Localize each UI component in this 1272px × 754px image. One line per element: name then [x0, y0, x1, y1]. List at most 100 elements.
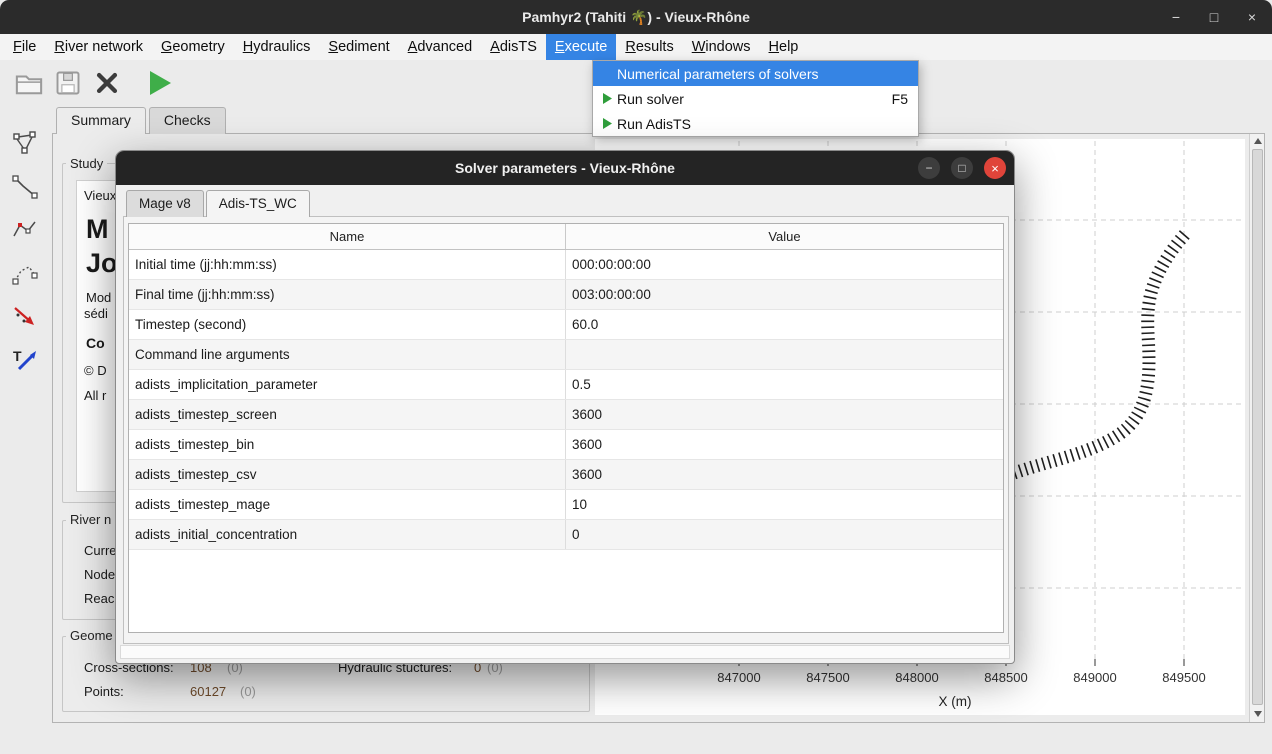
dialog-title: Solver parameters - Vieux-Rhône [455, 160, 675, 176]
study-subheading: Co [86, 335, 105, 351]
window-titlebar[interactable]: Pamhyr2 (Tahiti 🌴) - Vieux-Rhône − □ × [0, 0, 1272, 34]
table-row[interactable]: adists_timestep_bin 3600 [129, 430, 1003, 460]
table-row[interactable]: adists_implicitation_parameter 0.5 [129, 370, 1003, 400]
param-name-cell[interactable]: Timestep (second) [129, 310, 566, 339]
svg-text:T: T [13, 348, 22, 364]
x-tick-label: 849000 [1060, 670, 1130, 685]
menu-item-run-adists[interactable]: Run AdisTS [593, 111, 918, 136]
execute-dropdown-menu: Numerical parameters of solvers Run solv… [592, 60, 919, 137]
adists-transport-icon: T [11, 346, 39, 374]
table-row[interactable]: Timestep (second) 60.0 [129, 310, 1003, 340]
menu-help[interactable]: Help [760, 34, 808, 60]
tab-mage-v8[interactable]: Mage v8 [126, 190, 204, 217]
param-name-cell[interactable]: adists_timestep_mage [129, 490, 566, 519]
dialog-tabbar: Mage v8 Adis-TS_WC [126, 190, 312, 217]
table-row[interactable]: Command line arguments [129, 340, 1003, 370]
param-name-cell[interactable]: adists_timestep_screen [129, 400, 566, 429]
minimize-icon[interactable]: − [1168, 9, 1184, 25]
dialog-maximize-button[interactable]: □ [951, 157, 973, 179]
param-value-cell[interactable]: 3600 [566, 430, 1003, 459]
window-controls: − □ × [1168, 0, 1260, 34]
geometry-group-label: Geome [66, 628, 117, 643]
table-row[interactable]: adists_timestep_mage 10 [129, 490, 1003, 520]
param-name-cell[interactable]: Final time (jj:hh:mm:ss) [129, 280, 566, 309]
menu-windows[interactable]: Windows [683, 34, 760, 60]
param-value-cell[interactable]: 000:00:00:00 [566, 250, 1003, 279]
menu-execute[interactable]: Execute [546, 34, 616, 60]
menu-results[interactable]: Results [616, 34, 682, 60]
tab-adis-ts-wc[interactable]: Adis-TS_WC [206, 190, 310, 217]
param-value-cell[interactable]: 10 [566, 490, 1003, 519]
menu-adists[interactable]: AdisTS [481, 34, 546, 60]
open-study-button[interactable] [12, 64, 46, 102]
solver-parameters-table: Name Value Initial time (jj:hh:mm:ss) 00… [128, 223, 1004, 633]
table-header-value[interactable]: Value [566, 224, 1003, 249]
param-value-cell[interactable]: 60.0 [566, 310, 1003, 339]
sidebar-button-adists[interactable]: T [8, 343, 42, 377]
window-title: Pamhyr2 (Tahiti 🌴) - Vieux-Rhône [522, 9, 750, 26]
menu-advanced[interactable]: Advanced [399, 34, 482, 60]
menu-item-run-solver[interactable]: Run solver F5 [593, 86, 918, 111]
sidebar-button-hydrograph[interactable] [8, 300, 42, 334]
points-value: 60127 [190, 684, 226, 699]
menu-geometry[interactable]: Geometry [152, 34, 234, 60]
menu-item-numerical-parameters[interactable]: Numerical parameters of solvers [593, 61, 918, 86]
param-name-cell[interactable]: Command line arguments [129, 340, 566, 369]
param-value-cell[interactable] [566, 340, 1003, 369]
sidebar-button-reach[interactable] [8, 256, 42, 290]
network-graph-icon [11, 129, 39, 157]
menu-hydraulics[interactable]: Hydraulics [234, 34, 320, 60]
param-value-cell[interactable]: 003:00:00:00 [566, 280, 1003, 309]
table-header-name[interactable]: Name [129, 224, 566, 249]
table-row[interactable]: Initial time (jj:hh:mm:ss) 000:00:00:00 [129, 250, 1003, 280]
play-icon [598, 117, 617, 130]
param-value-cell[interactable]: 3600 [566, 460, 1003, 489]
study-rights-text: All r [84, 388, 106, 403]
param-value-cell[interactable]: 0.5 [566, 370, 1003, 399]
param-name-cell[interactable]: adists_implicitation_parameter [129, 370, 566, 399]
sidebar-button-profile[interactable] [8, 170, 42, 204]
menu-sediment[interactable]: Sediment [319, 34, 398, 60]
points-suffix: (0) [240, 684, 256, 699]
tab-checks[interactable]: Checks [149, 107, 226, 134]
study-desc-line1: Mod [86, 290, 111, 305]
close-icon[interactable]: × [1244, 9, 1260, 25]
param-name-cell[interactable]: adists_timestep_csv [129, 460, 566, 489]
save-study-button[interactable] [51, 64, 85, 102]
table-row[interactable]: Final time (jj:hh:mm:ss) 003:00:00:00 [129, 280, 1003, 310]
menu-file[interactable]: File [4, 34, 45, 60]
param-name-cell[interactable]: Initial time (jj:hh:mm:ss) [129, 250, 566, 279]
table-row[interactable]: adists_initial_concentration 0 [129, 520, 1003, 550]
param-value-cell[interactable]: 3600 [566, 400, 1003, 429]
maximize-icon: □ [958, 161, 965, 175]
tab-summary[interactable]: Summary [56, 107, 146, 134]
close-study-button[interactable] [90, 64, 124, 102]
study-copyright-text: © D [84, 363, 107, 378]
dialog-titlebar[interactable]: Solver parameters - Vieux-Rhône [116, 151, 1014, 185]
table-row[interactable]: adists_timestep_screen 3600 [129, 400, 1003, 430]
scrollbar-thumb[interactable] [1252, 149, 1263, 705]
param-value-cell[interactable]: 0 [566, 520, 1003, 549]
scroll-up-button[interactable] [1250, 134, 1265, 148]
study-group-label: Study [66, 156, 107, 171]
run-solver-button[interactable] [143, 64, 177, 102]
scroll-down-icon [1254, 711, 1262, 717]
sidebar-button-network[interactable] [8, 126, 42, 160]
menu-item-shortcut: F5 [892, 91, 908, 107]
maximize-icon[interactable]: □ [1206, 9, 1222, 25]
dialog-minimize-button[interactable]: − [918, 157, 940, 179]
close-study-icon [93, 69, 121, 97]
vertical-scrollbar[interactable] [1249, 134, 1264, 722]
river-network-row2: Node [84, 567, 115, 582]
longitudinal-profile-icon [11, 173, 39, 201]
sidebar-button-cross-section[interactable] [8, 213, 42, 247]
dialog-bottom-strip [120, 645, 1010, 659]
param-name-cell[interactable]: adists_timestep_bin [129, 430, 566, 459]
dialog-close-button[interactable]: × [984, 157, 1006, 179]
menu-river-network[interactable]: River network [45, 34, 152, 60]
x-tick-label: 848500 [971, 670, 1041, 685]
param-name-cell[interactable]: adists_initial_concentration [129, 520, 566, 549]
scroll-up-icon [1254, 138, 1262, 144]
table-row[interactable]: adists_timestep_csv 3600 [129, 460, 1003, 490]
scroll-down-button[interactable] [1250, 707, 1265, 721]
